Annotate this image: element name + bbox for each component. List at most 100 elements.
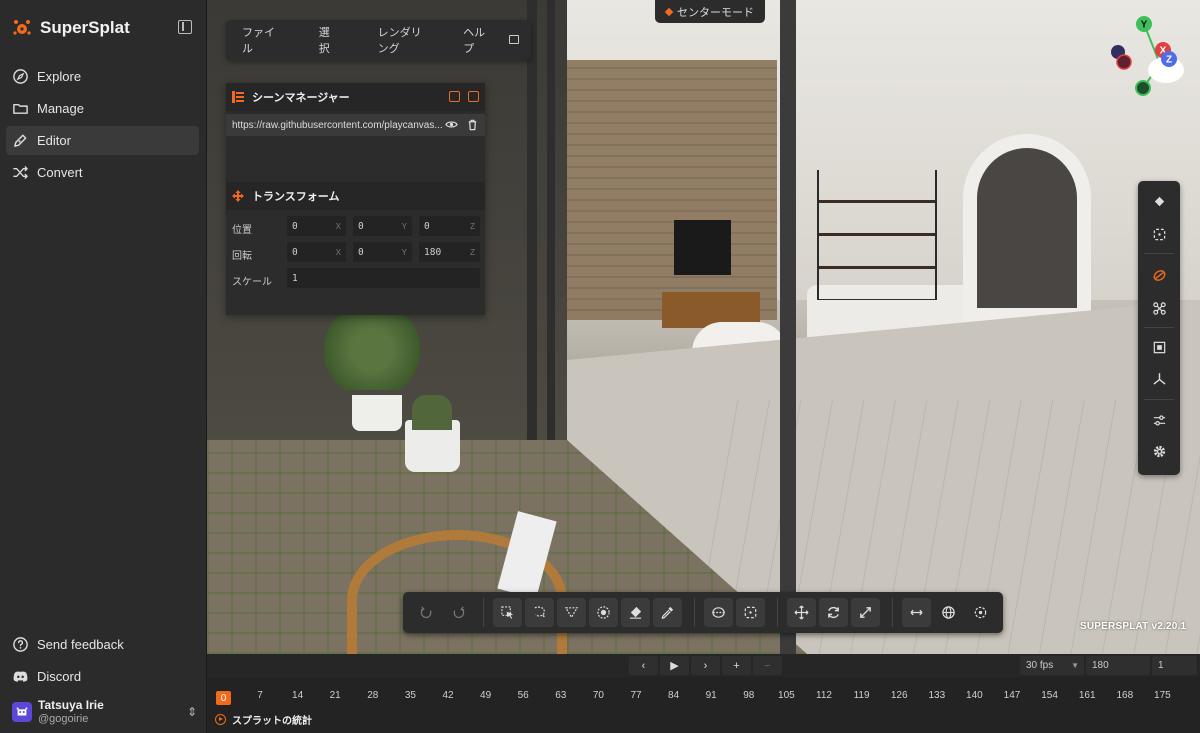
frame-selection-button[interactable] xyxy=(1147,222,1171,246)
eye-icon[interactable] xyxy=(445,118,458,131)
rotation-z-input[interactable]: 180 Z xyxy=(419,242,480,262)
current-frame-marker[interactable]: 0 xyxy=(216,691,231,705)
next-frame-button[interactable]: › xyxy=(691,656,720,675)
bottom-toolbar xyxy=(403,592,1003,633)
color-picker-button[interactable] xyxy=(653,598,682,627)
sidebar-item-explore[interactable]: Explore xyxy=(6,62,199,91)
frame-tick: 28 xyxy=(367,690,379,701)
list-icon xyxy=(232,91,244,103)
diamond-icon xyxy=(1154,196,1164,206)
polygon-select-button[interactable] xyxy=(557,598,586,627)
supersplat-logo xyxy=(13,20,31,35)
rotate-tool-button[interactable] xyxy=(819,598,848,627)
user-name: Tatsuya Irie xyxy=(38,698,104,712)
lasso-select-button[interactable] xyxy=(525,598,554,627)
camera-mode-indicator[interactable]: センターモード xyxy=(655,0,765,23)
transform-header: トランスフォーム xyxy=(226,182,485,210)
sidebar-item-convert[interactable]: Convert xyxy=(6,158,199,187)
brand[interactable]: SuperSplat xyxy=(12,15,130,41)
view-options-button[interactable] xyxy=(1147,408,1171,432)
frame-ruler[interactable]: 7 14 21 28 35 42 49 56 63 70 77 84 91 98 105 112 119 126 1… xyxy=(207,690,1200,704)
bounding-box-icon xyxy=(1153,341,1165,353)
camera-mode-label: センターモード xyxy=(677,6,754,19)
sidebar-item-editor[interactable]: Editor xyxy=(6,126,199,155)
frame-tick: 77 xyxy=(630,690,642,701)
crop-box-button[interactable] xyxy=(704,598,733,627)
bounding-box-button[interactable] xyxy=(1147,335,1171,359)
fps-select[interactable]: 30 fps ▼ xyxy=(1020,656,1084,675)
import-icon[interactable] xyxy=(449,91,460,102)
point-view-button[interactable] xyxy=(1147,296,1171,320)
frame-tick: 63 xyxy=(555,690,567,701)
frames-input[interactable]: 180 xyxy=(1086,656,1150,675)
pivot-button[interactable] xyxy=(966,598,995,627)
rotation-y-input[interactable]: 0Y xyxy=(353,242,412,262)
settings-button[interactable] xyxy=(1147,439,1171,463)
move-icon xyxy=(232,190,244,202)
frame-tick: 35 xyxy=(404,690,416,701)
play-icon: ▶ xyxy=(670,660,679,672)
world-space-button[interactable] xyxy=(934,598,963,627)
menu-file[interactable]: ファイル xyxy=(242,24,278,56)
focus-icon xyxy=(1153,228,1165,240)
trash-icon[interactable] xyxy=(466,118,479,131)
eyedropper-icon xyxy=(661,606,674,619)
sphere-select-button[interactable] xyxy=(589,598,618,627)
splat-view-button[interactable] xyxy=(1147,263,1171,287)
frame-tick: 133 xyxy=(928,690,946,701)
menu-help[interactable]: ヘルプ xyxy=(463,24,490,56)
chevron-updown-icon: ⇕ xyxy=(186,705,197,719)
chevron-down-icon: ▼ xyxy=(1071,661,1079,670)
splat-stats-toggle[interactable]: スプラットの統計 xyxy=(215,712,312,727)
frame-tick: 84 xyxy=(668,690,680,701)
sidebar-collapse-icon[interactable] xyxy=(178,20,192,34)
eraser-button[interactable] xyxy=(621,598,650,627)
coordinate-space-button[interactable] xyxy=(902,598,931,627)
picker-select-button[interactable] xyxy=(493,598,522,627)
chevron-right-icon: › xyxy=(703,659,708,672)
redo-button[interactable] xyxy=(444,598,473,627)
rotation-x-input[interactable]: 0X xyxy=(287,242,346,262)
transform-title: トランスフォーム xyxy=(252,191,340,203)
center-mode-button[interactable] xyxy=(1147,189,1171,213)
add-key-button[interactable]: + xyxy=(722,656,751,675)
box-select-icon xyxy=(744,606,757,619)
export-icon[interactable] xyxy=(468,91,479,102)
user-menu[interactable]: Tatsuya Irie @gogoirie ⇕ xyxy=(12,698,197,726)
gear-icon xyxy=(1153,445,1165,457)
points-icon xyxy=(1152,301,1166,315)
user-names: Tatsuya Irie @gogoirie xyxy=(38,698,104,726)
pivot-icon xyxy=(974,606,987,619)
user-handle: @gogoirie xyxy=(38,713,89,725)
undo-icon xyxy=(420,606,432,619)
menu-select[interactable]: 選択 xyxy=(319,24,337,56)
speed-input[interactable]: 1 xyxy=(1152,656,1197,675)
box-select-button[interactable] xyxy=(736,598,765,627)
undo-button[interactable] xyxy=(412,598,441,627)
sidebar-item-discord[interactable]: Discord xyxy=(6,662,199,691)
position-z-input[interactable]: 0Z xyxy=(419,216,480,236)
app-root: SuperSplat Explore Manage Editor Convert… xyxy=(0,0,1200,733)
menu-render[interactable]: レンダリング xyxy=(378,24,432,56)
plus-icon: + xyxy=(733,659,740,672)
show-axes-button[interactable] xyxy=(1147,367,1171,391)
remove-key-button[interactable]: − xyxy=(753,656,782,675)
splat-list-item[interactable]: https://raw.githubusercontent.com/playca… xyxy=(226,114,485,136)
sidebar-item-label: Editor xyxy=(37,133,71,148)
sidebar-item-manage[interactable]: Manage xyxy=(6,94,199,123)
position-y-input[interactable]: 0Y xyxy=(353,216,412,236)
prev-frame-button[interactable]: ‹ xyxy=(629,656,658,675)
frame-tick: 126 xyxy=(890,690,908,701)
position-x-input[interactable]: 0X xyxy=(287,216,346,236)
translate-tool-button[interactable] xyxy=(787,598,816,627)
app-title: SuperSplat xyxy=(40,18,130,37)
play-button[interactable]: ▶ xyxy=(660,656,689,675)
frame-tick: 154 xyxy=(1041,690,1058,701)
scale-input[interactable]: 1 xyxy=(287,268,480,288)
orientation-gizmo[interactable]: Y X Z xyxy=(1108,14,1188,96)
sphere-icon xyxy=(597,606,610,619)
scale-tool-button[interactable] xyxy=(851,598,880,627)
panel-toggle-icon[interactable] xyxy=(509,35,519,44)
avatar xyxy=(12,702,32,722)
sidebar-item-feedback[interactable]: Send feedback xyxy=(6,630,199,659)
